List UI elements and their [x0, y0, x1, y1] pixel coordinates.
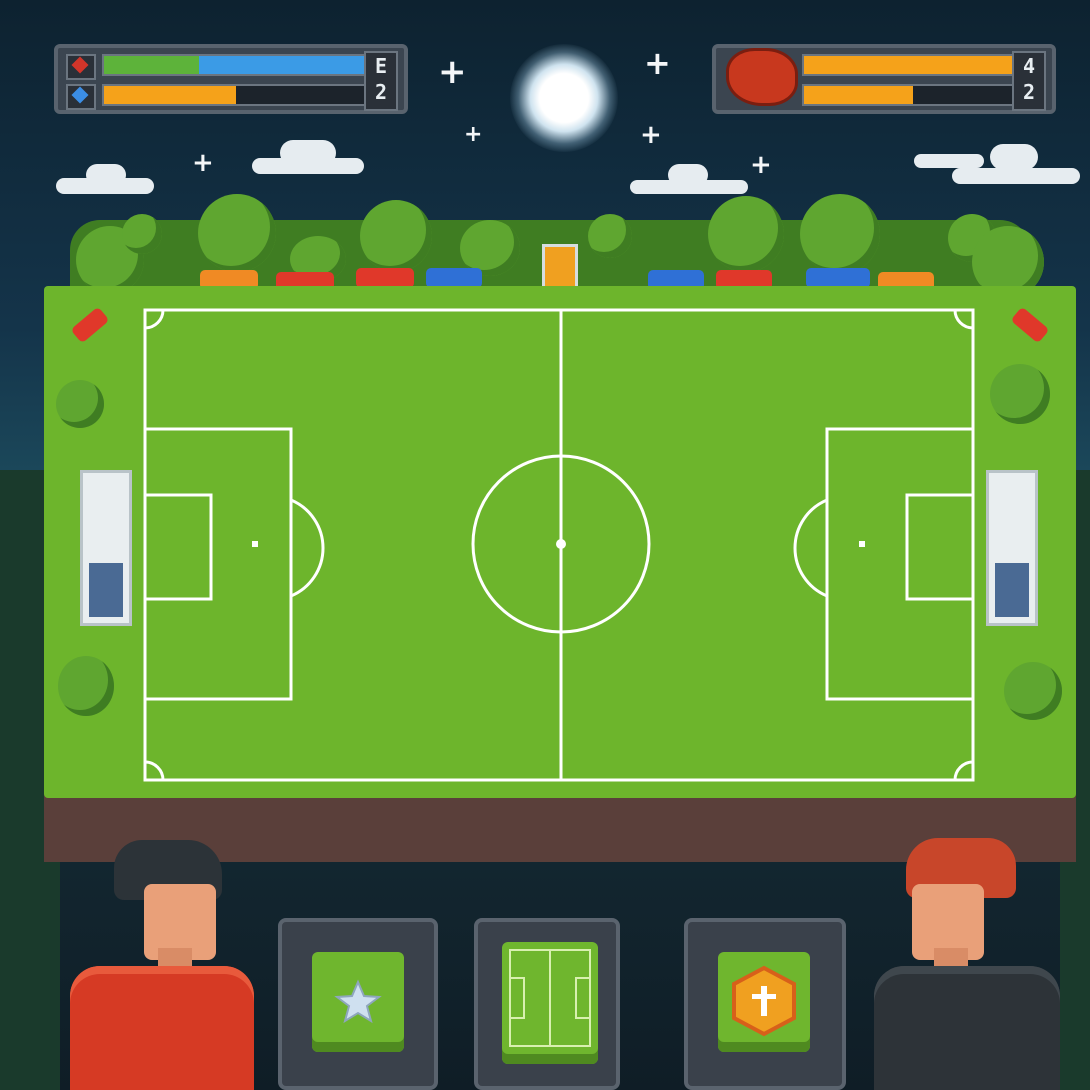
star-button-face[interactable]: [312, 952, 404, 1052]
left-player-avatar: [70, 836, 256, 1090]
right-penalty-arc: [793, 498, 828, 598]
star-action-button[interactable]: [278, 918, 438, 1090]
corner-arc: [144, 760, 165, 781]
badge-action-button[interactable]: [684, 918, 846, 1090]
left-penalty-area: [143, 427, 293, 701]
right-penalty-area: [825, 427, 975, 701]
penalty-spot: [859, 541, 865, 547]
mini-pitch-icon: [502, 942, 598, 1064]
corner-arc: [953, 309, 974, 330]
star-icon: [334, 979, 382, 1024]
left-penalty-arc: [290, 498, 325, 598]
badge-button-face[interactable]: [718, 952, 810, 1052]
left-goal-area: [143, 493, 213, 601]
right-goal-area: [905, 493, 975, 601]
right-player-avatar: [874, 836, 1060, 1090]
hex-badge-icon: [732, 965, 796, 1037]
player-shirt: [874, 966, 1060, 1090]
corner-arc: [953, 760, 974, 781]
penalty-spot: [252, 541, 258, 547]
formation-button[interactable]: [474, 918, 620, 1090]
corner-arc: [144, 309, 165, 330]
center-spot: [556, 539, 566, 549]
player-shirt: [70, 966, 254, 1090]
